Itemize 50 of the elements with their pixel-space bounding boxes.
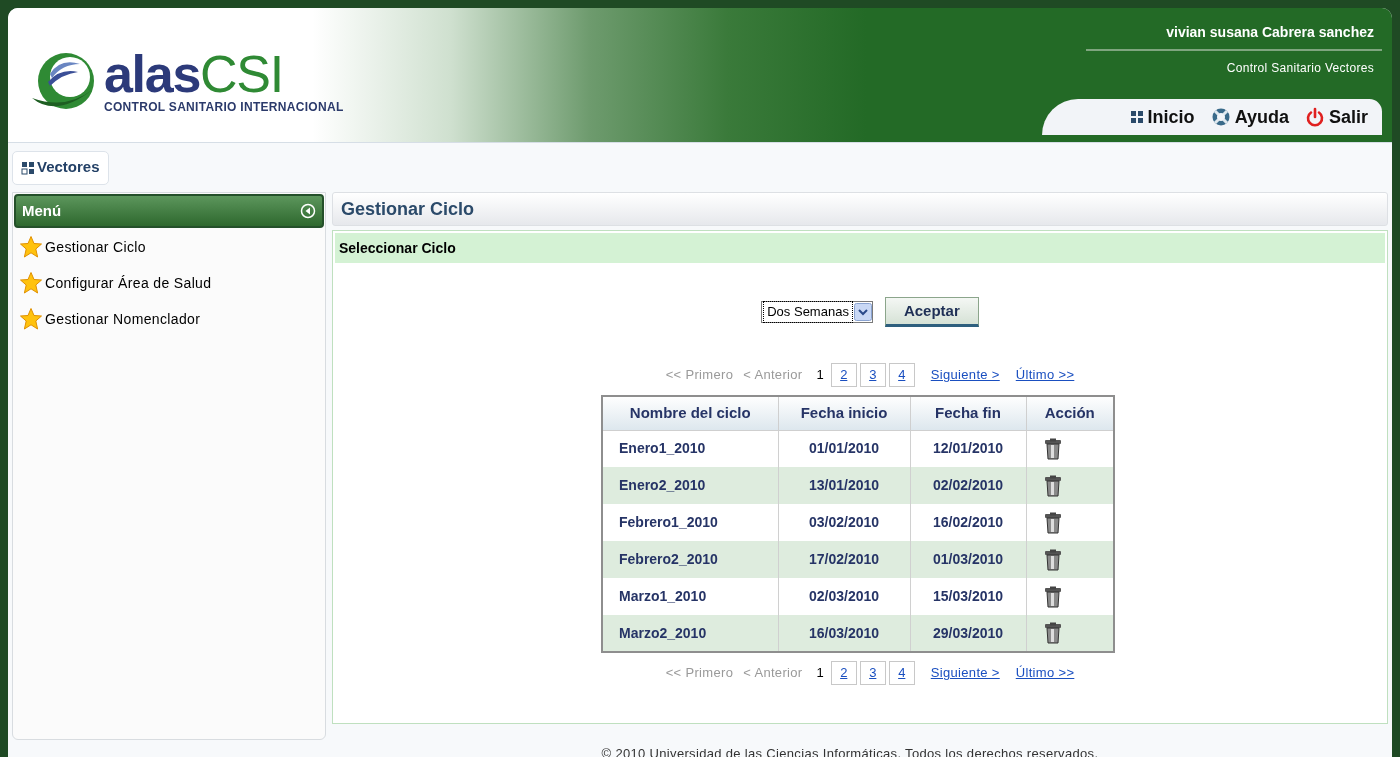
column-header: Fecha inicio (778, 396, 910, 430)
table-cell: 16/03/2010 (778, 615, 910, 652)
cycle-select[interactable]: Dos Semanas (761, 301, 873, 323)
trash-icon[interactable] (1042, 437, 1063, 460)
menu-title: Menú (22, 200, 62, 221)
star-icon (19, 307, 43, 331)
menu-header[interactable]: Menú (14, 194, 324, 228)
table-cell: 29/03/2010 (910, 615, 1026, 652)
trash-icon[interactable] (1042, 622, 1063, 644)
system-name: Control Sanitario Vectores (1226, 60, 1375, 77)
trash-icon[interactable] (1042, 511, 1063, 534)
user-name: vivian susana Cabrera sanchez (1086, 22, 1382, 51)
module-tab[interactable]: Vectores (12, 150, 109, 185)
page-link[interactable]: 2 (830, 661, 857, 685)
menu-item[interactable]: Configurar Área de Salud (19, 269, 325, 297)
power-icon (1304, 107, 1325, 127)
column-header: Fecha fin (910, 396, 1026, 430)
collapse-icon[interactable] (300, 203, 316, 219)
page-link[interactable]: 4 (888, 661, 915, 685)
logo-wordmark: alasCSI (104, 50, 283, 98)
page-link[interactable]: 2 (830, 363, 857, 387)
column-header: Nombre del ciclo (602, 396, 778, 430)
pager-link[interactable]: Último >> (1015, 663, 1075, 683)
pager-link[interactable]: Siguiente > (930, 365, 1000, 385)
nav-link[interactable]: Ayuda (1210, 103, 1289, 131)
nav-link[interactable]: Inicio (1129, 103, 1195, 131)
grid-icon (21, 160, 35, 175)
table-cell: Marzo2_2010 (602, 615, 778, 652)
menu-item[interactable]: Gestionar Nomenclador (19, 305, 325, 333)
trash-icon[interactable] (1042, 548, 1063, 571)
page-link[interactable]: 4 (888, 363, 915, 387)
menu-item[interactable]: Gestionar Ciclo (19, 233, 325, 261)
nav-link[interactable]: Salir (1304, 103, 1368, 131)
accept-button[interactable]: Aceptar (884, 297, 979, 327)
dropdown-caret-icon (853, 303, 872, 321)
trash-icon[interactable] (1042, 585, 1063, 608)
current-page: 1 (815, 664, 825, 683)
section-title: Seleccionar Ciclo (339, 238, 456, 258)
star-icon (19, 271, 43, 295)
page-link[interactable]: 3 (859, 363, 886, 387)
pager-link[interactable]: Último >> (1015, 365, 1075, 385)
pager-link[interactable]: Siguiente > (930, 663, 1000, 683)
grid-icon (1129, 110, 1144, 124)
star-icon (19, 235, 43, 259)
logo-tagline: CONTROL SANITARIO INTERNACIONAL (104, 99, 344, 116)
page-title: Gestionar Ciclo (341, 197, 475, 221)
page-link[interactable]: 3 (859, 661, 886, 685)
current-page: 1 (815, 366, 825, 385)
trash-icon[interactable] (1042, 474, 1063, 497)
lifebuoy-icon (1210, 107, 1231, 127)
